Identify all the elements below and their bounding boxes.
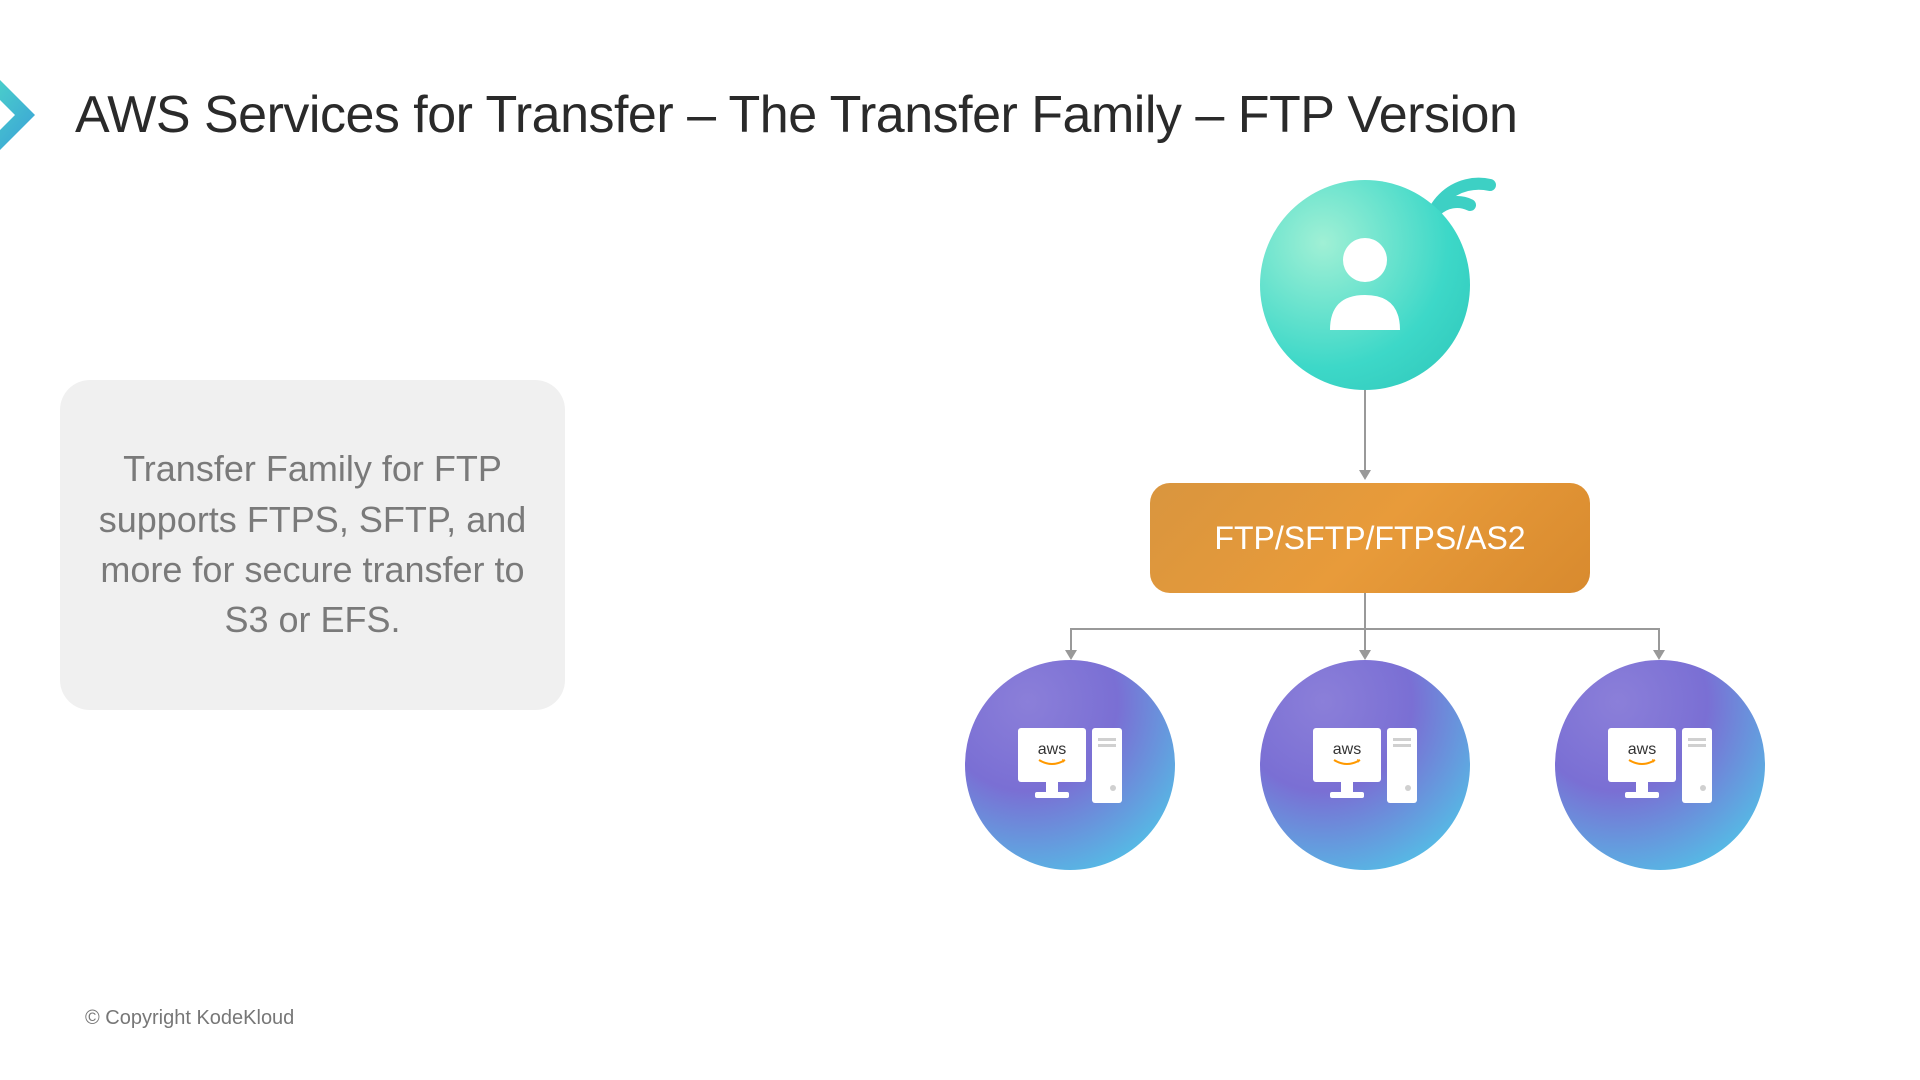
aws-server-node: aws <box>1555 660 1765 870</box>
user-icon <box>1315 230 1415 340</box>
architecture-diagram: FTP/SFTP/FTPS/AS2 aws aws <box>940 180 1810 900</box>
info-text: Transfer Family for FTP supports FTPS, S… <box>90 444 535 646</box>
arrow-head-icon <box>1065 650 1077 660</box>
server-icon: aws <box>1018 728 1122 803</box>
aws-label: aws <box>1628 742 1656 758</box>
info-box: Transfer Family for FTP supports FTPS, S… <box>60 380 565 710</box>
page-title: AWS Services for Transfer – The Transfer… <box>75 85 1517 145</box>
copyright-text: © Copyright KodeKloud <box>85 1007 294 1030</box>
arrow-head-icon <box>1653 650 1665 660</box>
user-node <box>1260 180 1470 390</box>
aws-label: aws <box>1333 742 1361 758</box>
arrow-head-icon <box>1359 470 1371 480</box>
connector-line <box>1364 593 1366 628</box>
aws-server-node: aws <box>965 660 1175 870</box>
aws-label: aws <box>1038 742 1066 758</box>
server-icon: aws <box>1313 728 1417 803</box>
protocol-label: FTP/SFTP/FTPS/AS2 <box>1214 520 1525 557</box>
chevron-decoration <box>0 80 40 150</box>
server-icon: aws <box>1608 728 1712 803</box>
connector-line <box>1364 390 1366 470</box>
protocol-box: FTP/SFTP/FTPS/AS2 <box>1150 483 1590 593</box>
arrow-head-icon <box>1359 650 1371 660</box>
aws-server-node: aws <box>1260 660 1470 870</box>
